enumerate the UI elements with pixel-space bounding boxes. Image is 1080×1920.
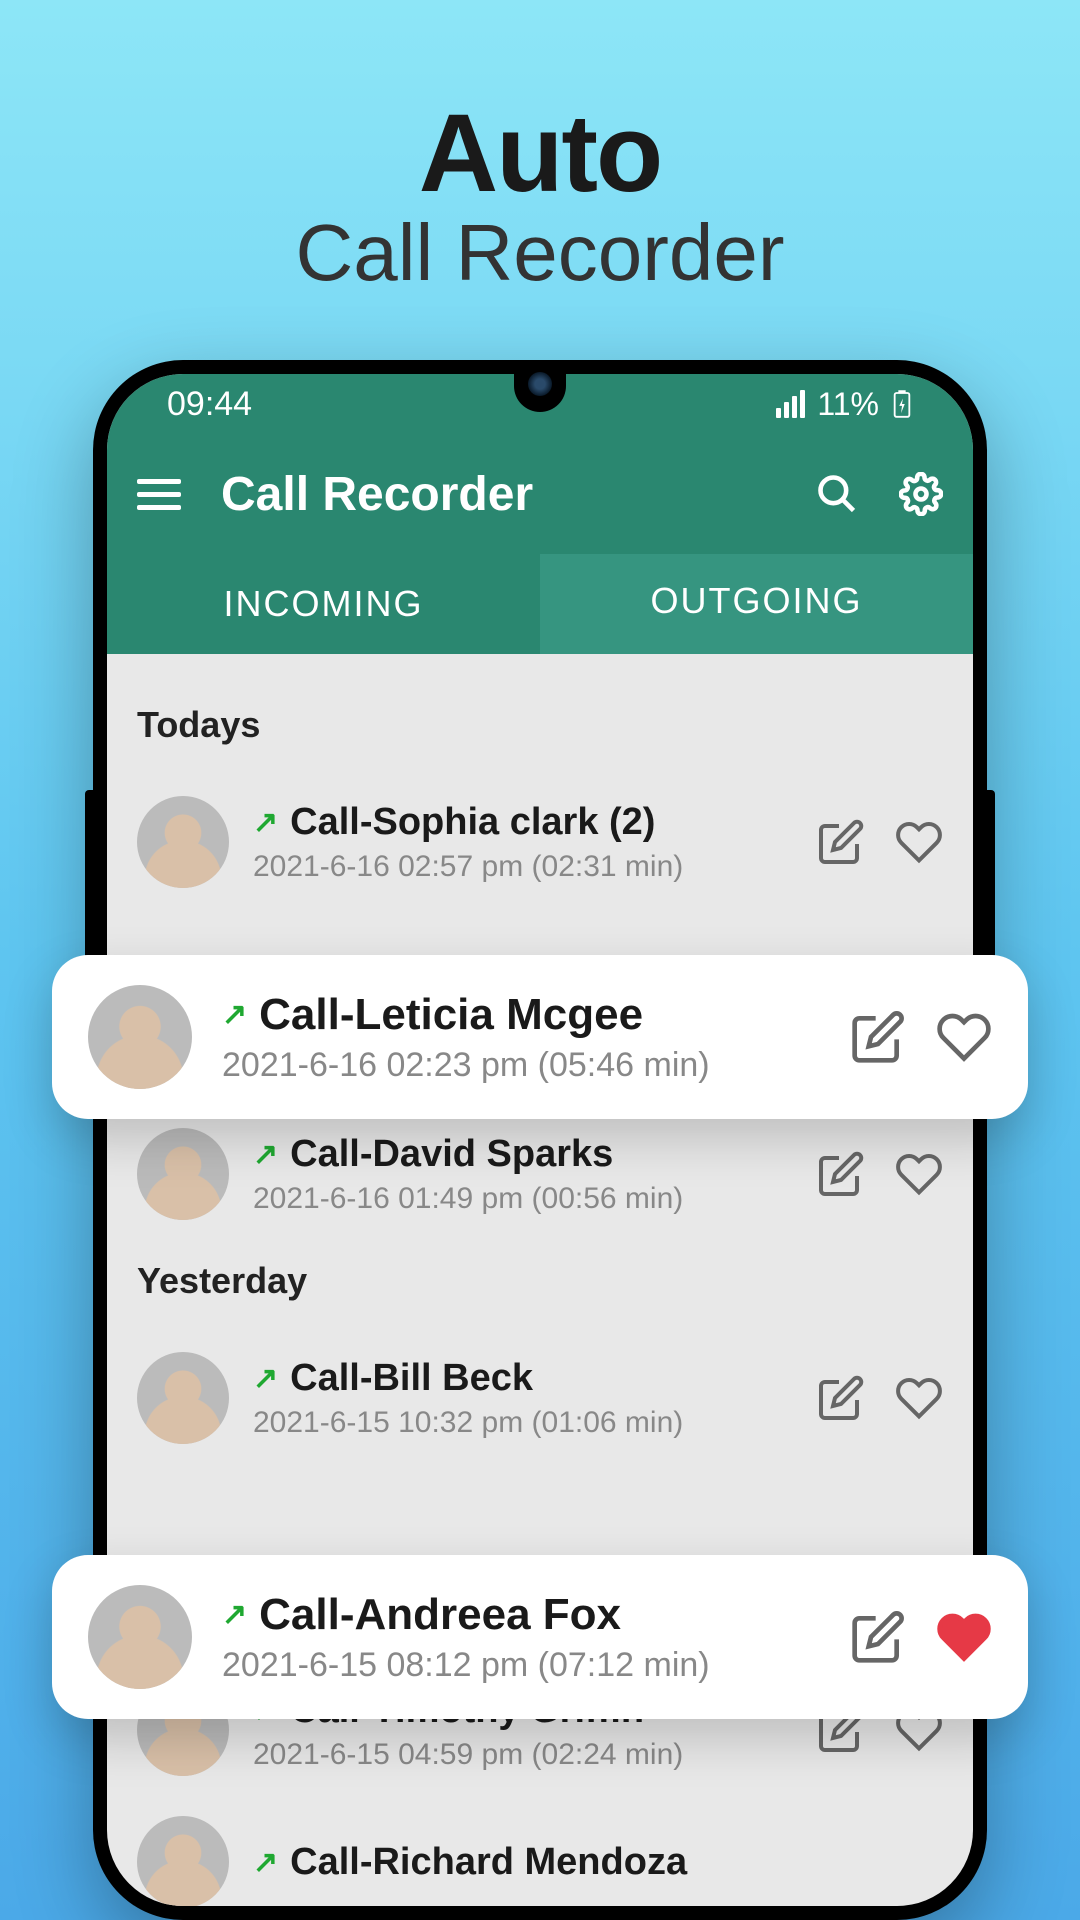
call-time: 2021-6-15 10:32 pm (01:06 min) [253, 1406, 793, 1440]
call-time: 2021-6-15 04:59 pm (02:24 min) [253, 1738, 793, 1772]
call-name: Call-David Sparks [290, 1133, 613, 1176]
gear-icon[interactable] [899, 472, 943, 516]
edit-icon[interactable] [817, 1374, 865, 1422]
section-today: Todays [127, 684, 953, 776]
avatar [137, 1352, 229, 1444]
call-item[interactable]: ↗ Call-David Sparks 2021-6-16 01:49 pm (… [127, 1108, 953, 1240]
promo-header: Auto Call Recorder [0, 0, 1080, 299]
promo-title: Auto [0, 90, 1080, 217]
app-bar: Call Recorder [107, 434, 973, 554]
call-name: Call-Andreea Fox [259, 1590, 621, 1640]
avatar [137, 1816, 229, 1906]
call-name: Call-Bill Beck [290, 1357, 533, 1400]
call-name: Call-Leticia Mcgee [259, 990, 643, 1040]
outgoing-arrow-icon: ↗ [253, 1361, 278, 1396]
app-title: Call Recorder [221, 467, 775, 522]
signal-icon [776, 390, 805, 418]
heart-icon[interactable] [895, 1374, 943, 1422]
call-time: 2021-6-16 02:23 pm (05:46 min) [222, 1046, 820, 1085]
promo-subtitle: Call Recorder [0, 207, 1080, 299]
edit-icon[interactable] [817, 1150, 865, 1198]
call-name: Call-Richard Mendoza [290, 1841, 687, 1884]
battery-percent: 11% [817, 386, 879, 423]
heart-filled-icon[interactable] [936, 1609, 992, 1665]
call-time: 2021-6-16 01:49 pm (00:56 min) [253, 1182, 793, 1216]
outgoing-arrow-icon: ↗ [222, 997, 247, 1032]
tab-incoming[interactable]: INCOMING [107, 554, 540, 654]
heart-icon[interactable] [936, 1009, 992, 1065]
call-time: 2021-6-15 08:12 pm (07:12 min) [222, 1646, 820, 1685]
avatar [88, 985, 192, 1089]
battery-charging-icon [891, 389, 913, 419]
call-time: 2021-6-16 02:57 pm (02:31 min) [253, 850, 793, 884]
highlighted-call-item[interactable]: ↗ Call-Andreea Fox 2021-6-15 08:12 pm (0… [52, 1555, 1028, 1719]
outgoing-arrow-icon: ↗ [253, 805, 278, 840]
section-yesterday: Yesterday [127, 1240, 953, 1332]
search-icon[interactable] [815, 472, 859, 516]
edit-icon[interactable] [817, 818, 865, 866]
avatar [88, 1585, 192, 1689]
heart-icon[interactable] [895, 818, 943, 866]
call-item[interactable]: ↗ Call-Richard Mendoza [127, 1796, 953, 1906]
call-item[interactable]: ↗ Call-Bill Beck 2021-6-15 10:32 pm (01:… [127, 1332, 953, 1464]
heart-icon[interactable] [895, 1150, 943, 1198]
status-indicators: 11% [776, 386, 913, 423]
menu-icon[interactable] [137, 479, 181, 510]
edit-icon[interactable] [850, 1609, 906, 1665]
tabs: INCOMING OUTGOING [107, 554, 973, 654]
outgoing-arrow-icon: ↗ [222, 1597, 247, 1632]
status-time: 09:44 [167, 385, 252, 424]
edit-icon[interactable] [850, 1009, 906, 1065]
outgoing-arrow-icon: ↗ [253, 1845, 278, 1880]
avatar [137, 796, 229, 888]
avatar [137, 1128, 229, 1220]
outgoing-arrow-icon: ↗ [253, 1137, 278, 1172]
tab-outgoing[interactable]: OUTGOING [540, 554, 973, 654]
camera-notch [514, 360, 566, 412]
highlighted-call-item[interactable]: ↗ Call-Leticia Mcgee 2021-6-16 02:23 pm … [52, 955, 1028, 1119]
call-name: Call-Sophia clark (2) [290, 801, 655, 844]
call-item[interactable]: ↗ Call-Sophia clark (2) 2021-6-16 02:57 … [127, 776, 953, 908]
